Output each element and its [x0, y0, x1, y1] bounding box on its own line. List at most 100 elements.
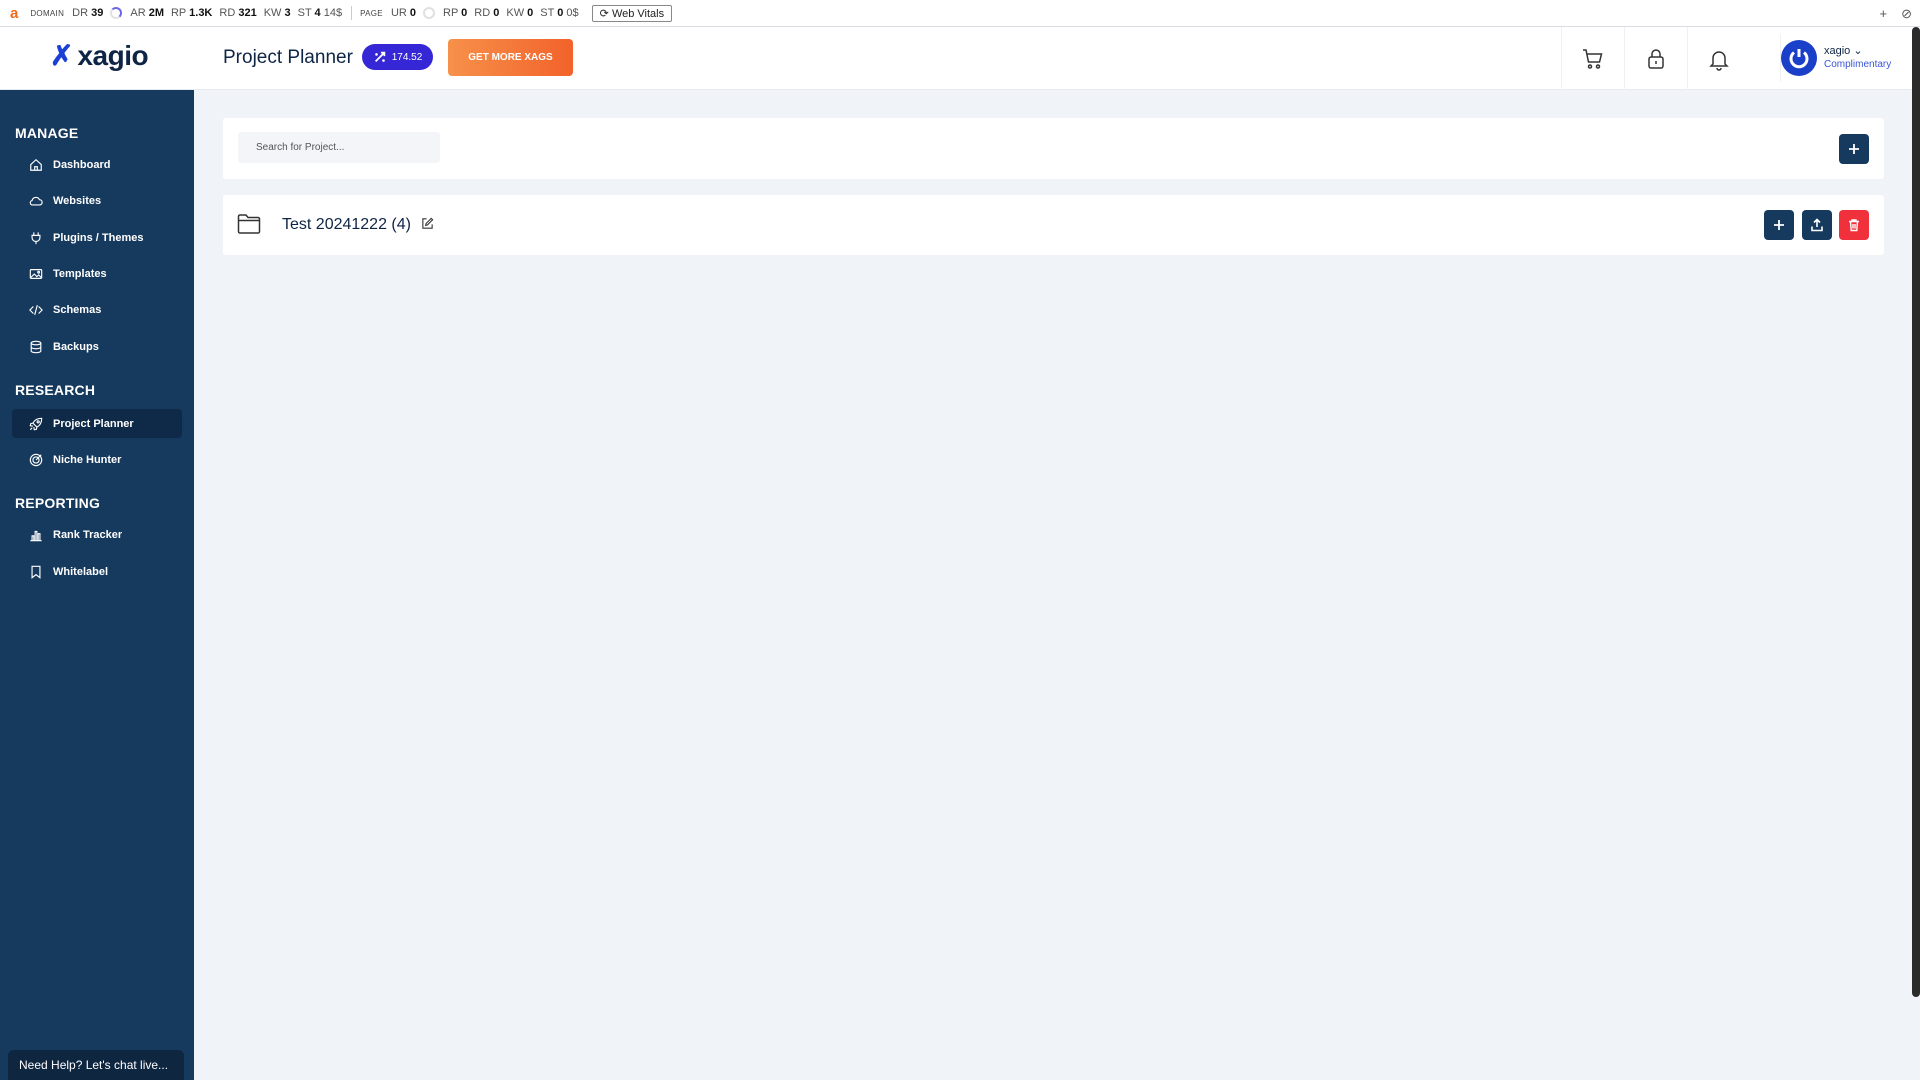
seo-extension-bar: a DOMAIN DR 39 AR 2M RP 1.3K RD 321 KW 3…: [0, 0, 1920, 27]
rd-label: RD: [219, 7, 236, 19]
sidebar-item-label: Dashboard: [53, 158, 111, 171]
xagio-logo-mark-icon: ✗: [50, 40, 74, 71]
power-icon: [1789, 49, 1809, 69]
plus-icon[interactable]: +: [1880, 6, 1888, 22]
web-vitals-label: Web Vitals: [611, 7, 665, 20]
ur-metric: UR 0: [391, 7, 416, 19]
plus-icon: [1849, 144, 1859, 154]
ar-value: 2M: [148, 7, 164, 19]
code-icon: [29, 304, 43, 315]
rp-metric: RP 1.3K: [171, 7, 212, 19]
search-card: [223, 118, 1884, 179]
section-title-manage: MANAGE: [15, 125, 79, 141]
kw-value: 3: [284, 7, 291, 19]
st-label: ST: [297, 7, 312, 19]
sidebar-item-schemas[interactable]: Schemas: [12, 295, 182, 324]
dr-value: 39: [91, 7, 104, 19]
notifications-button[interactable]: [1687, 27, 1750, 90]
page-st-cost: 0$: [566, 7, 579, 19]
xags-balance-value: 174.52: [391, 51, 423, 63]
page-kw-metric: KW 0: [506, 7, 533, 19]
lock-button[interactable]: [1624, 27, 1687, 90]
get-more-xags-button[interactable]: GET MORE XAGS: [448, 39, 573, 76]
target-icon: [29, 453, 43, 466]
seo-extension-logo[interactable]: a: [10, 5, 18, 22]
database-icon: [30, 340, 42, 353]
avatar: [1781, 40, 1817, 76]
project-search-input[interactable]: [238, 132, 440, 163]
ar-metric: AR 2M: [130, 7, 164, 19]
kw-metric: KW 3: [264, 7, 291, 19]
dr-ring-icon: [110, 7, 123, 19]
rp-value: 1.3K: [189, 7, 213, 19]
page-st-label: ST: [540, 7, 555, 19]
bookmark-icon: [31, 565, 41, 579]
xags-icon: [374, 51, 385, 62]
cart-icon: [1583, 48, 1603, 69]
user-menu[interactable]: xagio ⌄ Complimentary: [1780, 34, 1910, 82]
bar-chart-icon: [30, 530, 42, 541]
user-plan: Complimentary: [1824, 59, 1892, 70]
page-rd-label: RD: [474, 7, 491, 19]
sidebar-item-backups[interactable]: Backups: [12, 332, 182, 361]
sidebar-item-label: Schemas: [53, 303, 102, 316]
xagio-logo-text: xagio: [77, 40, 149, 71]
xags-balance-badge[interactable]: 174.52: [362, 44, 433, 70]
ur-ring-icon: [423, 7, 436, 19]
sidebar-item-niche-hunter[interactable]: Niche Hunter: [12, 445, 182, 474]
cart-button[interactable]: [1561, 27, 1624, 90]
page-scrollbar[interactable]: [1912, 27, 1920, 997]
page-st-value: 0: [557, 7, 564, 19]
page-rp-value: 0: [461, 7, 468, 19]
sidebar-item-dashboard[interactable]: Dashboard: [12, 150, 182, 179]
sidebar-item-project-planner[interactable]: Project Planner: [12, 409, 182, 438]
page-rd-value: 0: [493, 7, 500, 19]
sidebar-item-templates[interactable]: Templates: [12, 259, 182, 288]
user-info: xagio ⌄ Complimentary: [1824, 44, 1891, 72]
image-icon: [29, 268, 43, 279]
user-name-row: xagio ⌄: [1824, 44, 1891, 58]
st-value: 4: [314, 7, 321, 19]
sidebar-item-label: Backups: [53, 340, 99, 353]
add-to-project-button[interactable]: [1764, 210, 1794, 240]
seo-divider: [351, 6, 353, 20]
lock-icon: [1648, 48, 1664, 69]
trash-icon: [1849, 219, 1859, 232]
page-tag: PAGE: [360, 8, 383, 18]
domain-tag: DOMAIN: [30, 8, 65, 18]
seo-bar-actions: + ⊘: [1880, 6, 1913, 22]
project-row[interactable]: Test 20241222 (4): [223, 195, 1884, 255]
page-rp-label: RP: [443, 7, 459, 19]
dr-label: DR: [72, 7, 89, 19]
sidebar-item-rank-tracker[interactable]: Rank Tracker: [12, 520, 182, 549]
edit-icon[interactable]: [421, 217, 434, 230]
page-st-metric: ST 0 0$: [540, 7, 578, 19]
rp-label: RP: [170, 7, 187, 19]
sidebar-item-whitelabel[interactable]: Whitelabel: [12, 557, 182, 586]
dr-metric: DR 39: [72, 7, 103, 19]
sidebar-item-plugins-themes[interactable]: Plugins / Themes: [12, 223, 182, 252]
sidebar-item-websites[interactable]: Websites: [12, 186, 182, 215]
st-cost: 14$: [323, 7, 343, 19]
section-title-research: RESEARCH: [15, 382, 96, 398]
home-icon: [30, 158, 42, 171]
rocket-icon: [29, 417, 43, 430]
export-project-button[interactable]: [1802, 210, 1832, 240]
web-vitals-button[interactable]: ⟳ Web Vitals: [591, 4, 673, 22]
sidebar-item-label: Templates: [53, 267, 107, 280]
rd-metric: RD 321: [219, 7, 256, 19]
sidebar-item-label: Niche Hunter: [53, 453, 122, 466]
page-kw-value: 0: [527, 7, 534, 19]
live-chat-button[interactable]: Need Help? Let's chat live...: [8, 1050, 184, 1080]
page-rd-metric: RD 0: [474, 7, 499, 19]
sidebar: MANAGE Dashboard Websites Plugins / Them…: [0, 90, 194, 1080]
kw-label: KW: [263, 7, 282, 19]
ar-label: AR: [130, 7, 146, 19]
sidebar-item-label: Plugins / Themes: [53, 231, 144, 244]
add-project-button[interactable]: [1839, 134, 1869, 164]
block-icon[interactable]: ⊘: [1901, 6, 1912, 22]
st-metric: ST 4 14$: [298, 7, 342, 19]
xagio-logo[interactable]: ✗ xagio: [50, 40, 149, 71]
project-name[interactable]: Test 20241222 (4): [282, 216, 411, 234]
delete-project-button[interactable]: [1839, 210, 1869, 240]
